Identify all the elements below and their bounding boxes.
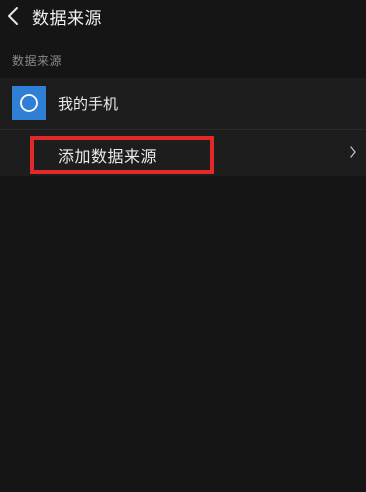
top-bar: 数据来源 — [0, 0, 366, 36]
add-data-source-item[interactable]: 添加数据来源 — [0, 130, 366, 176]
back-button[interactable] — [2, 2, 24, 30]
chevron-right-icon — [350, 146, 356, 158]
page-title: 数据来源 — [32, 9, 102, 29]
chevron-left-icon — [8, 7, 18, 25]
source-item-my-phone[interactable]: 我的手机 — [0, 78, 366, 130]
phone-source-icon — [12, 86, 46, 120]
circle-icon — [20, 94, 38, 112]
section-label: 数据来源 — [12, 54, 63, 68]
data-source-screen: 数据来源 数据来源 我的手机 添加数据来源 — [0, 0, 366, 492]
source-item-label: 我的手机 — [58, 95, 119, 113]
add-data-source-label: 添加数据来源 — [58, 147, 158, 166]
source-list: 我的手机 添加数据来源 — [0, 78, 366, 176]
